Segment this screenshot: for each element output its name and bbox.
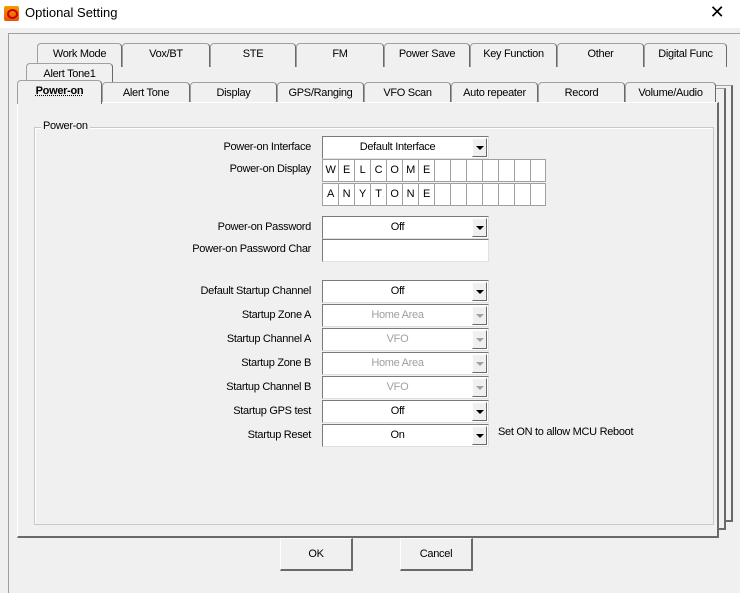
tab-power-on[interactable]: Power-on bbox=[17, 80, 102, 104]
default-startup-channel-label: Default Startup Channel bbox=[200, 285, 311, 297]
tab-vox-bt[interactable]: Vox/BT bbox=[122, 43, 210, 67]
select-value: On bbox=[390, 429, 404, 441]
select-value: Home Area bbox=[371, 309, 423, 321]
group-label: Power-on bbox=[41, 120, 90, 132]
display-char-cell[interactable] bbox=[450, 183, 466, 206]
display-char-cell[interactable]: O bbox=[386, 159, 402, 182]
ok-button[interactable]: OK bbox=[280, 538, 353, 571]
display-char-cell[interactable]: E bbox=[338, 159, 354, 182]
power-on-interface-select[interactable]: Default Interface bbox=[322, 136, 489, 159]
tab-key-function[interactable]: Key Function bbox=[470, 43, 557, 67]
startup-zone-a-label: Startup Zone A bbox=[242, 309, 311, 321]
tab-digital-func[interactable]: Digital Func bbox=[644, 43, 727, 67]
window-title: Optional Setting bbox=[25, 5, 118, 20]
startup-reset-label: Startup Reset bbox=[248, 429, 311, 441]
display-char-cell[interactable]: N bbox=[338, 183, 354, 206]
tab-other[interactable]: Other bbox=[557, 43, 644, 67]
display-char-cell[interactable]: T bbox=[370, 183, 386, 206]
display-char-cell[interactable] bbox=[434, 159, 450, 182]
select-value: VFO bbox=[387, 333, 409, 345]
display-char-cell[interactable] bbox=[514, 183, 530, 206]
power-on-panel: Power-on Power-on Interface Default Inte… bbox=[17, 102, 719, 538]
chevron-down-icon[interactable] bbox=[472, 282, 487, 301]
startup-zone-b-label: Startup Zone B bbox=[241, 357, 311, 369]
chevron-down-icon[interactable] bbox=[472, 426, 487, 445]
display-char-cell[interactable] bbox=[482, 159, 498, 182]
startup-gps-test-label: Startup GPS test bbox=[233, 405, 311, 417]
display-char-cell[interactable]: W bbox=[322, 159, 338, 182]
display-char-cell[interactable] bbox=[498, 183, 514, 206]
display-char-cell[interactable] bbox=[530, 159, 546, 182]
startup-zone-b-select: Home Area bbox=[322, 352, 489, 375]
display-char-cell[interactable]: N bbox=[402, 183, 418, 206]
cancel-button[interactable]: Cancel bbox=[400, 538, 473, 571]
display-char-cell[interactable] bbox=[450, 159, 466, 182]
app-icon bbox=[4, 6, 19, 21]
startup-reset-select[interactable]: On bbox=[322, 424, 489, 447]
display-char-cell[interactable] bbox=[466, 183, 482, 206]
select-value: Home Area bbox=[371, 357, 423, 369]
select-value: VFO bbox=[387, 381, 409, 393]
display-char-cell[interactable]: Y bbox=[354, 183, 370, 206]
startup-channel-a-label: Startup Channel A bbox=[227, 333, 311, 345]
tab-ste[interactable]: STE bbox=[210, 43, 296, 67]
power-on-display-line2: ANYTONE bbox=[322, 183, 546, 206]
select-value: Off bbox=[391, 221, 405, 233]
tab-gps-ranging[interactable]: GPS/Ranging bbox=[277, 82, 364, 103]
display-char-cell[interactable] bbox=[482, 183, 498, 206]
chevron-down-icon bbox=[472, 306, 487, 325]
chevron-down-icon[interactable] bbox=[472, 138, 487, 157]
chevron-down-icon[interactable] bbox=[472, 218, 487, 237]
startup-reset-note: Set ON to allow MCU Reboot bbox=[498, 426, 633, 438]
startup-channel-b-select: VFO bbox=[322, 376, 489, 399]
display-char-cell[interactable]: E bbox=[418, 183, 434, 206]
select-value: Off bbox=[391, 285, 405, 297]
startup-zone-a-select: Home Area bbox=[322, 304, 489, 327]
tab-record[interactable]: Record bbox=[538, 82, 625, 103]
power-on-interface-label: Power-on Interface bbox=[223, 141, 311, 153]
default-startup-channel-select[interactable]: Off bbox=[322, 280, 489, 303]
title-bar: Optional Setting ✕ bbox=[0, 0, 740, 28]
display-char-cell[interactable]: M bbox=[402, 159, 418, 182]
power-on-display-label: Power-on Display bbox=[230, 163, 311, 175]
tab-power-save[interactable]: Power Save bbox=[384, 43, 470, 67]
tab-vfo-scan[interactable]: VFO Scan bbox=[364, 82, 451, 103]
display-char-cell[interactable] bbox=[498, 159, 514, 182]
chevron-down-icon bbox=[472, 330, 487, 349]
tab-volume-audio[interactable]: Volume/Audio bbox=[625, 82, 716, 103]
display-char-cell[interactable]: O bbox=[386, 183, 402, 206]
chevron-down-icon bbox=[472, 354, 487, 373]
close-icon[interactable]: ✕ bbox=[694, 0, 740, 28]
display-char-cell[interactable] bbox=[530, 183, 546, 206]
select-value: Default Interface bbox=[360, 141, 436, 153]
chevron-down-icon[interactable] bbox=[472, 402, 487, 421]
power-on-display-line1: WELCOME bbox=[322, 159, 546, 182]
tab-fm[interactable]: FM bbox=[296, 43, 384, 67]
power-on-password-select[interactable]: Off bbox=[322, 216, 489, 239]
power-on-password-label: Power-on Password bbox=[218, 221, 311, 233]
tab-alert-tone[interactable]: Alert Tone bbox=[102, 82, 190, 103]
select-value: Off bbox=[391, 405, 405, 417]
display-char-cell[interactable]: A bbox=[322, 183, 338, 206]
tab-display[interactable]: Display bbox=[190, 82, 277, 103]
startup-channel-a-select: VFO bbox=[322, 328, 489, 351]
display-char-cell[interactable]: E bbox=[418, 159, 434, 182]
display-char-cell[interactable] bbox=[434, 183, 450, 206]
tab-auto-repeater[interactable]: Auto repeater bbox=[451, 82, 538, 103]
chevron-down-icon bbox=[472, 378, 487, 397]
display-char-cell[interactable] bbox=[514, 159, 530, 182]
startup-channel-b-label: Startup Channel B bbox=[226, 381, 311, 393]
power-on-password-char-label: Power-on Password Char bbox=[192, 243, 311, 255]
power-on-password-char-input[interactable] bbox=[322, 239, 489, 262]
display-char-cell[interactable]: L bbox=[354, 159, 370, 182]
display-char-cell[interactable]: C bbox=[370, 159, 386, 182]
startup-gps-test-select[interactable]: Off bbox=[322, 400, 489, 423]
display-char-cell[interactable] bbox=[466, 159, 482, 182]
